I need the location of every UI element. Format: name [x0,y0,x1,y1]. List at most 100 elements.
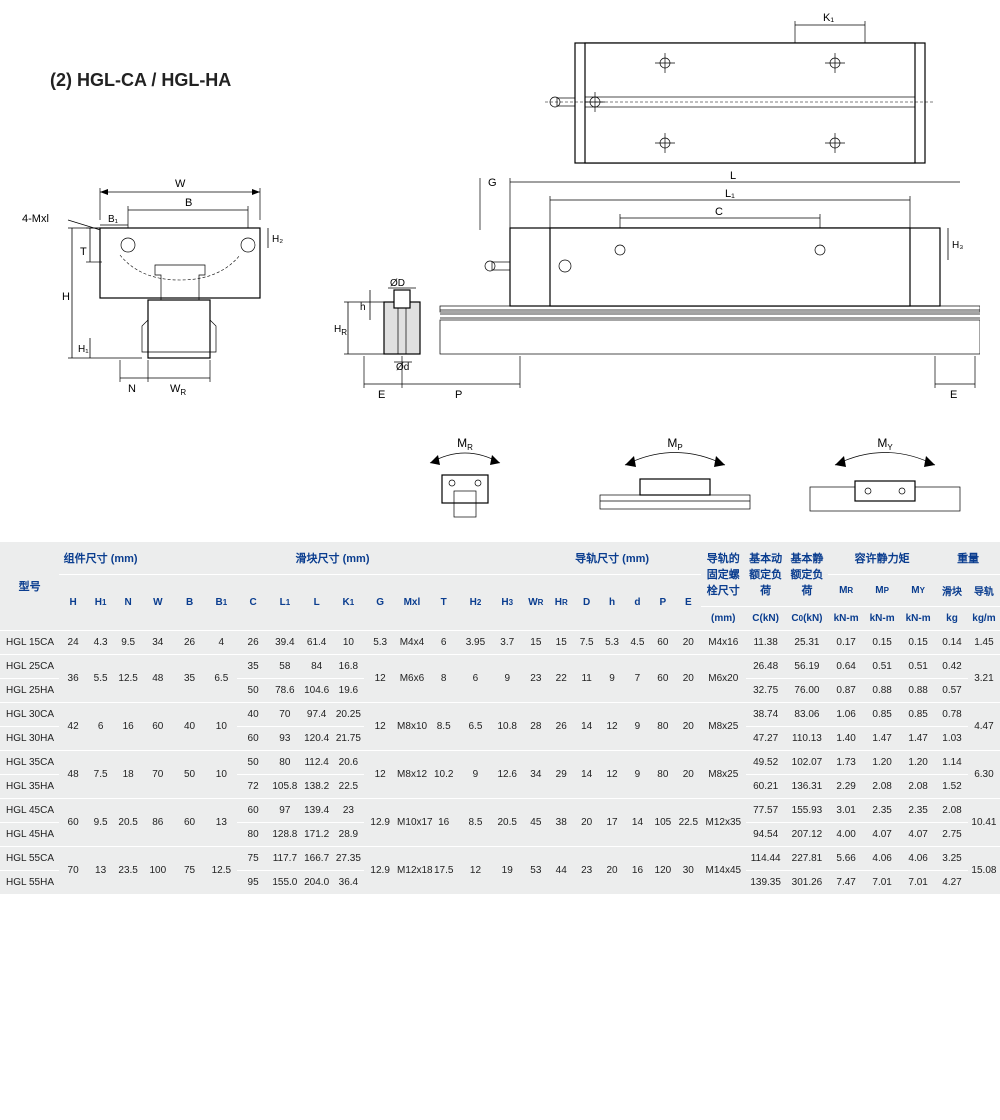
cell: 60 [237,727,269,751]
cell: 80 [269,751,301,775]
th-bolt: 导轨的固定螺栓尺寸 [701,542,745,607]
th-assembly: 组件尺寸 (mm) [59,542,142,575]
cell: 36.4 [333,871,365,895]
cell: 110.13 [786,727,828,751]
cell: 21.75 [333,727,365,751]
svg-text:h: h [360,302,366,313]
cell: 17 [599,799,624,847]
cell: 7.47 [828,871,864,895]
cell: 23.5 [114,847,142,895]
cell: 7.5 [574,631,599,655]
cell: M4x4 [396,631,428,655]
cell: 120.4 [301,727,333,751]
th-model: 型号 [0,542,59,631]
cell: 40 [174,703,206,751]
cell: 44 [549,847,574,895]
cell: 138.2 [301,775,333,799]
cell: 26 [174,631,206,655]
cell: 117.7 [269,847,301,871]
cell: 12 [364,655,396,703]
cell: 12 [364,751,396,799]
cell: 50 [174,751,206,799]
cell: M6x20 [701,655,745,703]
cell: 4.5 [625,631,650,655]
th-moment: 容许静力矩 [828,542,936,575]
cell-model: HGL 30HA [0,727,59,751]
table-row: HGL 35CA487.5187050105080112.420.612M8x1… [0,751,1000,775]
cell: 139.4 [301,799,333,823]
cell: 4.47 [968,703,1000,751]
cell: 4.06 [864,847,900,871]
cell: 27.35 [333,847,365,871]
cell: 75 [237,847,269,871]
cell: 5.5 [87,655,115,703]
cell: 10 [205,751,237,799]
svg-text:Ød: Ød [396,362,409,373]
cell: 19 [491,847,523,895]
th: 滑块 [936,575,968,607]
cell: 20 [676,655,701,703]
cell: 20 [676,703,701,751]
cell: 9.5 [114,631,142,655]
cell: 48 [59,751,87,799]
cell: 9 [625,751,650,799]
cell: 20.5 [491,799,523,847]
cell: 4.27 [936,871,968,895]
cell: 5.66 [828,847,864,871]
svg-text:P: P [455,389,462,401]
cell: 53 [523,847,548,895]
cell: 77.57 [746,799,786,823]
cell: 0.78 [936,703,968,727]
cell: 10 [333,631,365,655]
th-dyn: 基本动额定负荷 [746,542,786,607]
cell: 20.5 [114,799,142,847]
cell: 1.73 [828,751,864,775]
cell: 0.88 [864,679,900,703]
cell: 4.07 [900,823,936,847]
cell: 139.35 [746,871,786,895]
cell-model: HGL 35HA [0,775,59,799]
cell: 28 [523,703,548,751]
cell: 22.5 [676,799,701,847]
cell-model: HGL 45CA [0,799,59,823]
cell: 97.4 [301,703,333,727]
cell: 60 [237,799,269,823]
svg-text:G: G [488,177,497,189]
cell: 8.5 [460,799,492,847]
cell: 26 [237,631,269,655]
moment-my-icon: MY [800,435,970,525]
svg-text:L₁: L₁ [725,188,735,200]
cell: 26 [549,703,574,751]
cell: 80 [650,751,675,799]
cell: 16.8 [333,655,365,679]
cell: 6 [87,703,115,751]
svg-text:MR: MR [457,436,473,452]
cell: 60 [142,703,174,751]
cell: 1.40 [828,727,864,751]
svg-text:N: N [128,383,136,395]
cell: 207.12 [786,823,828,847]
cell: 58 [269,655,301,679]
cell: 14 [574,703,599,751]
cell: 42 [59,703,87,751]
cell: 2.08 [936,799,968,823]
th-weight: 重量 [936,542,1000,575]
cell: 70 [269,703,301,727]
cell: 171.2 [301,823,333,847]
cell: 10.41 [968,799,1000,847]
cell: 2.75 [936,823,968,847]
drawing-top-view: K₁ [490,10,980,180]
cell: 0.85 [864,703,900,727]
cell: 2.08 [864,775,900,799]
cell: 6.5 [460,703,492,751]
drawing-cross-section: W B B₁ 4-Mxl [20,170,320,410]
cell: 32.75 [746,679,786,703]
cell: 1.06 [828,703,864,727]
cell: 3.95 [460,631,492,655]
cell-model: HGL 35CA [0,751,59,775]
cell-model: HGL 30CA [0,703,59,727]
cell: 15 [549,631,574,655]
cell: 16 [114,703,142,751]
cell: 104.6 [301,679,333,703]
cell: 56.19 [786,655,828,679]
